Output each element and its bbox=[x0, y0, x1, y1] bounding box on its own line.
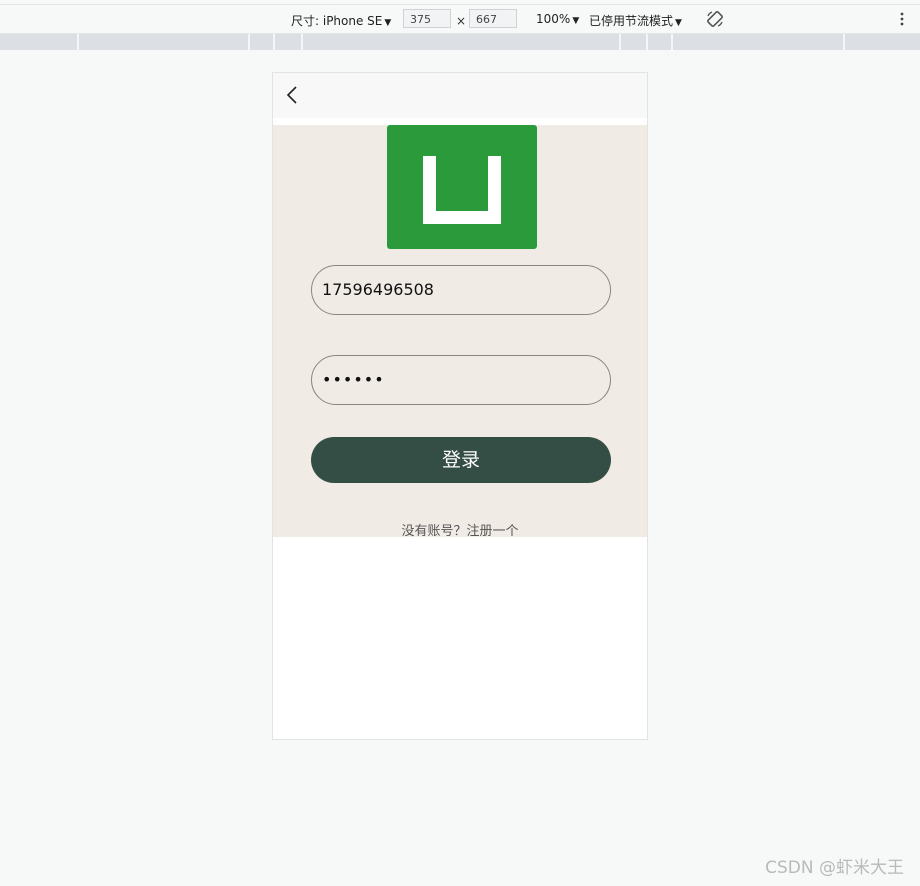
ruler-tick bbox=[301, 34, 303, 50]
password-input[interactable]: •••••• bbox=[311, 355, 611, 405]
media-query-ruler[interactable] bbox=[0, 34, 920, 50]
more-options-icon[interactable] bbox=[898, 11, 906, 27]
zoom-dropdown-caret: ▼ bbox=[572, 16, 580, 26]
throttle-label: 已停用节流模式 bbox=[589, 14, 674, 28]
device-toolbar: 尺寸: iPhone SE ▼ 375 × 667 100% ▼ 已停用节流模式 ▼ bbox=[0, 4, 920, 34]
zoom-label: 100% bbox=[536, 12, 571, 26]
zoom-selector[interactable]: 100% ▼ bbox=[536, 12, 579, 26]
back-arrow-icon[interactable] bbox=[285, 85, 301, 105]
phone-number-input[interactable]: 17596496508 bbox=[311, 265, 611, 315]
width-input[interactable]: 375 bbox=[403, 9, 451, 28]
ruler-tick bbox=[671, 34, 673, 50]
logo-u-mark-icon bbox=[423, 156, 501, 224]
device-selector[interactable]: 尺寸: iPhone SE ▼ bbox=[291, 12, 391, 29]
device-dropdown-caret: ▼ bbox=[384, 18, 392, 28]
login-form: 17596496508 •••••• 登录 没有账号？注册一个 bbox=[273, 125, 647, 539]
dimension-separator: × bbox=[456, 14, 467, 28]
app-logo bbox=[387, 125, 537, 249]
height-input[interactable]: 667 bbox=[469, 9, 517, 28]
login-button[interactable]: 登录 bbox=[311, 437, 611, 483]
ruler-tick bbox=[619, 34, 621, 50]
register-link[interactable]: 没有账号？注册一个 bbox=[273, 520, 647, 539]
ruler-tick bbox=[248, 34, 250, 50]
ruler-tick bbox=[646, 34, 648, 50]
phone-viewport: 17596496508 •••••• 登录 没有账号？注册一个 bbox=[272, 72, 648, 740]
ruler-tick bbox=[273, 34, 275, 50]
device-label: 尺寸: iPhone SE bbox=[291, 14, 383, 28]
csdn-watermark: CSDN @虾米大王 bbox=[765, 858, 904, 878]
rotate-icon[interactable] bbox=[705, 9, 725, 29]
navigation-bar bbox=[273, 73, 647, 118]
throttle-dropdown-caret: ▼ bbox=[675, 18, 682, 28]
ruler-tick bbox=[843, 34, 845, 50]
ruler-tick bbox=[77, 34, 79, 50]
throttle-selector[interactable]: 已停用节流模式 ▼ bbox=[589, 12, 682, 29]
